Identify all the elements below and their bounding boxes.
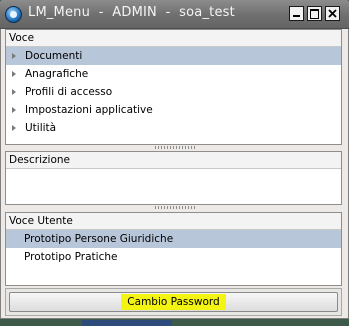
cambio-password-label: Cambio Password [121, 294, 226, 310]
list-item-prototipo-pratiche[interactable]: Prototipo Pratiche [6, 248, 341, 266]
tree-item-label: Utilità [25, 122, 57, 134]
title-bar[interactable]: LM_Menu - ADMIN - soa_test [0, 0, 349, 29]
expand-arrow-icon[interactable] [12, 89, 16, 95]
expand-arrow-icon[interactable] [12, 107, 16, 113]
lm-menu-window: LM_Menu - ADMIN - soa_test Voce Document… [0, 0, 349, 319]
tree-item-documenti[interactable]: Documenti [6, 47, 341, 65]
voce-header: Voce [6, 30, 341, 47]
maximize-icon[interactable] [307, 6, 322, 21]
tree-item-label: Documenti [25, 50, 83, 62]
voce-utente-panel: Voce Utente Prototipo Persone Giuridiche… [5, 212, 342, 286]
splitter-handle[interactable] [5, 205, 342, 211]
cambio-password-button[interactable]: Cambio Password [9, 292, 338, 312]
expand-arrow-icon[interactable] [12, 71, 16, 77]
desktop-background [0, 319, 349, 326]
list-item-prototipo-persone-giuridiche[interactable]: Prototipo Persone Giuridiche [6, 230, 341, 248]
tree-item-anagrafiche[interactable]: Anagrafiche [6, 65, 341, 83]
descrizione-text [6, 169, 341, 173]
close-icon[interactable] [325, 6, 340, 21]
voce-utente-header: Voce Utente [6, 213, 341, 230]
tree-item-label: Anagrafiche [25, 68, 89, 80]
tree-item-utilita[interactable]: Utilità [6, 119, 341, 137]
expand-arrow-icon[interactable] [12, 53, 16, 59]
tree-item-profili-di-accesso[interactable]: Profili di accesso [6, 83, 341, 101]
tree-item-label: Impostazioni applicative [25, 104, 153, 116]
descrizione-panel: Descrizione [5, 151, 342, 205]
descrizione-header: Descrizione [6, 152, 341, 169]
minimize-icon[interactable] [289, 6, 304, 21]
window-title: LM_Menu - ADMIN - soa_test [28, 5, 235, 20]
app-logo-icon[interactable] [5, 6, 22, 23]
tree-item-label: Profili di accesso [25, 86, 113, 98]
button-bar: Cambio Password [5, 288, 342, 316]
expand-arrow-icon[interactable] [12, 125, 16, 131]
tree-item-impostazioni-applicative[interactable]: Impostazioni applicative [6, 101, 341, 119]
voce-panel: Voce Documenti Anagrafiche Profili di ac… [5, 29, 342, 145]
